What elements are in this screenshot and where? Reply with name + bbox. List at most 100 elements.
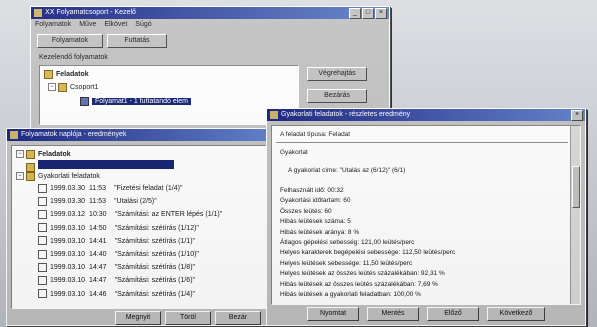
log-entry-text: "Számítási: az ENTER lépés (1/1)" [114,211,223,219]
close-dialog-button[interactable]: Bezárás [307,89,367,103]
task-type-line: A feladat típusa: Feladat [280,131,351,138]
result-detail-line: Helyes leütések az összes leütés százalé… [280,270,445,278]
print-button[interactable]: Nyomtat [307,307,359,321]
collapse-icon[interactable]: − [48,83,56,92]
run-button[interactable]: Végrehajtás [307,67,367,81]
result-detail-line: Felhasznált idő: 00:32 [280,187,344,194]
result-window[interactable]: Gyakorlati feladatok - részletes eredmén… [266,108,586,326]
app-icon [270,111,278,119]
document-icon [38,289,47,299]
menu-item-3[interactable]: Elkövet [104,19,127,30]
maximize-button[interactable]: □ [362,8,374,19]
delete-button-label: Töröl [180,314,196,321]
folder-icon [26,149,35,159]
vertical-scrollbar[interactable] [570,126,580,304]
section-label: Kezelendő folyamatok [39,54,108,61]
print-button-label: Nyomtat [319,310,347,317]
divider [276,142,568,143]
close-button[interactable]: × [571,110,583,121]
log-window[interactable]: Folyamatok naplója - eredmények − Feladat… [6,128,276,326]
log-entry[interactable]: 1999.03.10 14:50 "Számítási: szétírás (1/1… [38,223,199,234]
delete-button[interactable]: Töröl [165,311,211,325]
document-icon [38,276,47,286]
log-entry-text: "Számítási: szétírás (1/8)" [114,264,196,272]
log-entry[interactable]: 1999.03.30 11:53 "Fizetési feladat (1/4)" [38,183,182,194]
log-entry-date: 1999.03.30 [50,198,86,206]
tree-group[interactable]: − Gyakorlati feladatok [16,171,100,182]
tree-group-label: Gyakorlati feladatok [38,173,100,180]
log-entry-text: "Számítási: szétírás (1/4)" [114,290,196,298]
save-button[interactable]: Mentés [367,307,419,321]
log-entry-date: 1999.03.10 [50,277,86,285]
log-entry-date: 1999.03.10 [50,264,86,272]
tree-item-selected[interactable] [26,160,174,172]
log-entry-time: 14:47 [89,277,107,285]
window-title-bar[interactable]: ⅩⅩ Folyamatcsoport - Kezelő _ □ × [31,7,389,19]
previous-button[interactable]: Előző [427,307,479,321]
log-entry-text: "Számítási: szétírás (1/10)" [114,251,199,258]
result-detail-line: Hibás leütések száma: 5 [280,218,351,226]
log-entry[interactable]: 1999.03.10 14:47 "Számítási: szétírás (1/6… [38,275,195,286]
close-dialog-button-label: Bezár [228,314,248,321]
close-button[interactable]: × [375,8,387,19]
log-entry-text: "Utalási (2/5)" [114,198,157,206]
collapse-icon[interactable]: − [16,150,24,159]
close-dialog-button-label: Bezárás [324,92,350,99]
minimize-button[interactable]: _ [349,8,361,19]
log-entry[interactable]: 1999.03.10 14:41 "Számítási: szétírás (1/1… [38,236,195,247]
tab-processes[interactable]: Folyamatok [37,34,103,48]
log-entry[interactable]: 1999.03.12 10:30 "Számítási: az ENTER lépé… [38,209,222,220]
result-detail-line: Hibás leütések aránya: 8 % [280,228,360,236]
exercise-summary: A gyakorlat címe: "Utalás az (6/12)" (6/… [288,167,406,174]
log-entry-text: "Számítási: szétírás (1/12)" [114,224,199,232]
log-entry-time: 14:46 [89,290,107,298]
menu-item-1[interactable]: Folyamatok [35,19,71,30]
tree-root-label: Feladatok [56,71,89,78]
menu-bar: Folyamatok Műve Elkövet Súgó [31,19,389,30]
log-entry-date: 1999.03.30 [50,185,86,192]
document-icon [38,249,47,259]
document-icon [38,210,47,220]
log-entry-time: 14:50 [89,224,107,232]
process-tree[interactable]: Feladatok − Csoport1 Folyamat1 - 1 futtat… [39,65,299,125]
menu-item-4[interactable]: Súgó [135,19,151,30]
tree-root[interactable]: Feladatok [44,69,89,80]
log-entry[interactable]: 1999.03.30 11:53 "Utalási (2/5)" [38,196,157,207]
result-detail-line: Összes leütés: 60 [280,207,332,215]
close-dialog-button[interactable]: Bezár [215,311,261,325]
tree-root[interactable]: − Feladatok [16,149,71,160]
log-entry[interactable]: 1999.03.10 14:40 "Számítási: szétírás (1/1… [38,249,199,260]
menu-item-2[interactable]: Műve [79,19,96,30]
next-button-label: Következő [499,310,533,317]
scroll-thumb[interactable] [572,166,580,208]
open-button[interactable]: Megnyit [115,311,161,325]
log-entry[interactable]: 1999.03.10 14:47 "Számítási: szétírás (1/8… [38,262,195,273]
tree-group[interactable]: − Csoport1 [48,82,98,93]
log-entry-date: 1999.03.10 [50,251,86,258]
window-title-bar[interactable]: Folyamatok naplója - eredmények [7,129,275,141]
result-detail-line: Helyes karakterek begépelési sebessége: … [280,249,456,257]
collapse-icon[interactable]: − [16,172,24,181]
log-tree[interactable]: − Feladatok − Gyakorlati feladatok 1999.03… [11,145,271,309]
log-entry[interactable]: 1999.03.10 14:46 "Számítási: szétírás (1/4… [38,289,195,300]
next-button[interactable]: Következő [487,307,545,321]
folder-icon [26,171,35,181]
section-heading: Gyakorlat [280,149,308,156]
log-entry-time: 14:40 [89,251,107,258]
window-title: Folyamatok naplója - eredmények [21,131,127,138]
log-entry-time: 11:53 [89,185,107,192]
window-title: ⅩⅩ Folyamatcsoport - Kezelő [45,9,136,16]
open-button-label: Megnyit [125,314,151,321]
log-entry-time: 14:41 [89,237,107,245]
tree-item-selected[interactable]: Folyamat1 - 1 futtatandó elem [80,96,191,107]
log-entry-time: 10:30 [89,211,107,219]
window-title: Gyakorlati feladatok - részletes eredmén… [281,111,411,118]
window-title-bar[interactable]: Gyakorlati feladatok - részletes eredmén… [267,109,585,121]
result-detail-line: Hibás leütések a gyakorlati feladatban: … [280,291,421,298]
result-text-area[interactable]: A feladat típusa: Feladat Gyakorlat A gy… [271,125,581,305]
log-entry-text: "Fizetési feladat (1/4)" [114,185,183,192]
tab-run[interactable]: Futtatás [107,34,167,48]
save-button-label: Mentés [381,310,405,317]
previous-button-label: Előző [444,310,462,317]
app-icon [10,131,18,139]
